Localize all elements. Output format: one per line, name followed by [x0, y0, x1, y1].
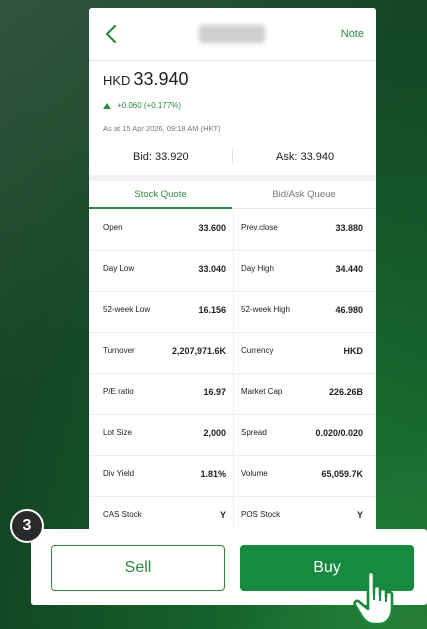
note-button[interactable]: Note	[341, 28, 364, 40]
price-change: +0.060 (+0.177%)	[103, 101, 181, 110]
row-right-value: Y	[356, 510, 363, 520]
row-divider	[89, 414, 376, 415]
nav-bar: Note	[89, 8, 376, 61]
row-divider	[89, 373, 376, 374]
row-divider	[89, 496, 376, 497]
change-value: +0.060 (+0.177%)	[117, 101, 182, 110]
row-right-value: 33.880	[335, 223, 363, 233]
column-divider	[233, 209, 234, 543]
row-right-value: 65,059.7K	[321, 469, 363, 479]
phone-screen: Note HKD 33.940 +0.060 (+0.177%) As at 1…	[89, 8, 376, 543]
divider	[232, 149, 233, 163]
row-left-value: 16.156	[198, 305, 226, 315]
hand-pointer-icon	[350, 570, 402, 628]
step-badge: 3	[10, 509, 44, 543]
price-section: HKD 33.940 +0.060 (+0.177%) As at 15 Apr…	[89, 61, 376, 175]
chevron-left-icon	[105, 24, 117, 44]
row-right-value: HKD	[343, 346, 364, 356]
quote-table: Open 33.600 Prev.close 33.880 Day Low 33.040 D…	[89, 209, 376, 543]
quote-tabs: Stock Quote Bid/Ask Queue	[89, 181, 376, 209]
row-left-value: 2,207,971.6K	[171, 346, 226, 356]
back-button[interactable]	[101, 22, 123, 46]
row-left-value: 16.97	[203, 387, 226, 397]
bid-price: Bid: 33.920	[133, 151, 189, 163]
row-divider	[89, 291, 376, 292]
ask-price: Ask: 33.940	[276, 151, 335, 163]
row-left-value: Y	[219, 510, 226, 520]
currency-label: HKD	[103, 73, 131, 88]
stock-name-blurred	[199, 25, 265, 43]
price-line: HKD 33.940	[103, 69, 189, 90]
row-divider	[89, 332, 376, 333]
bid-ask-row: Bid: 33.920 Ask: 33.940	[89, 145, 376, 167]
row-right-value: 226.26B	[328, 387, 363, 397]
tab-stock-quote[interactable]: Stock Quote	[89, 189, 232, 200]
triangle-up-icon	[103, 102, 111, 109]
row-right-value: 46.980	[335, 305, 363, 315]
as-of-timestamp: As at 15 Apr 2026, 09:18 AM (HKT)	[103, 124, 221, 133]
row-divider	[89, 455, 376, 456]
tab-bid-ask-queue[interactable]: Bid/Ask Queue	[232, 189, 376, 200]
row-left-value: 33.040	[198, 264, 226, 274]
row-left-value: 1.81%	[200, 469, 226, 479]
row-left-value: 2,000	[203, 428, 226, 438]
row-left-value: 33.600	[198, 223, 226, 233]
row-right-value: 0.020/0.020	[315, 428, 363, 438]
row-divider	[89, 250, 376, 251]
row-right-value: 34.440	[335, 264, 363, 274]
sell-button[interactable]: Sell	[51, 545, 225, 591]
last-price: 33.940	[133, 69, 189, 89]
